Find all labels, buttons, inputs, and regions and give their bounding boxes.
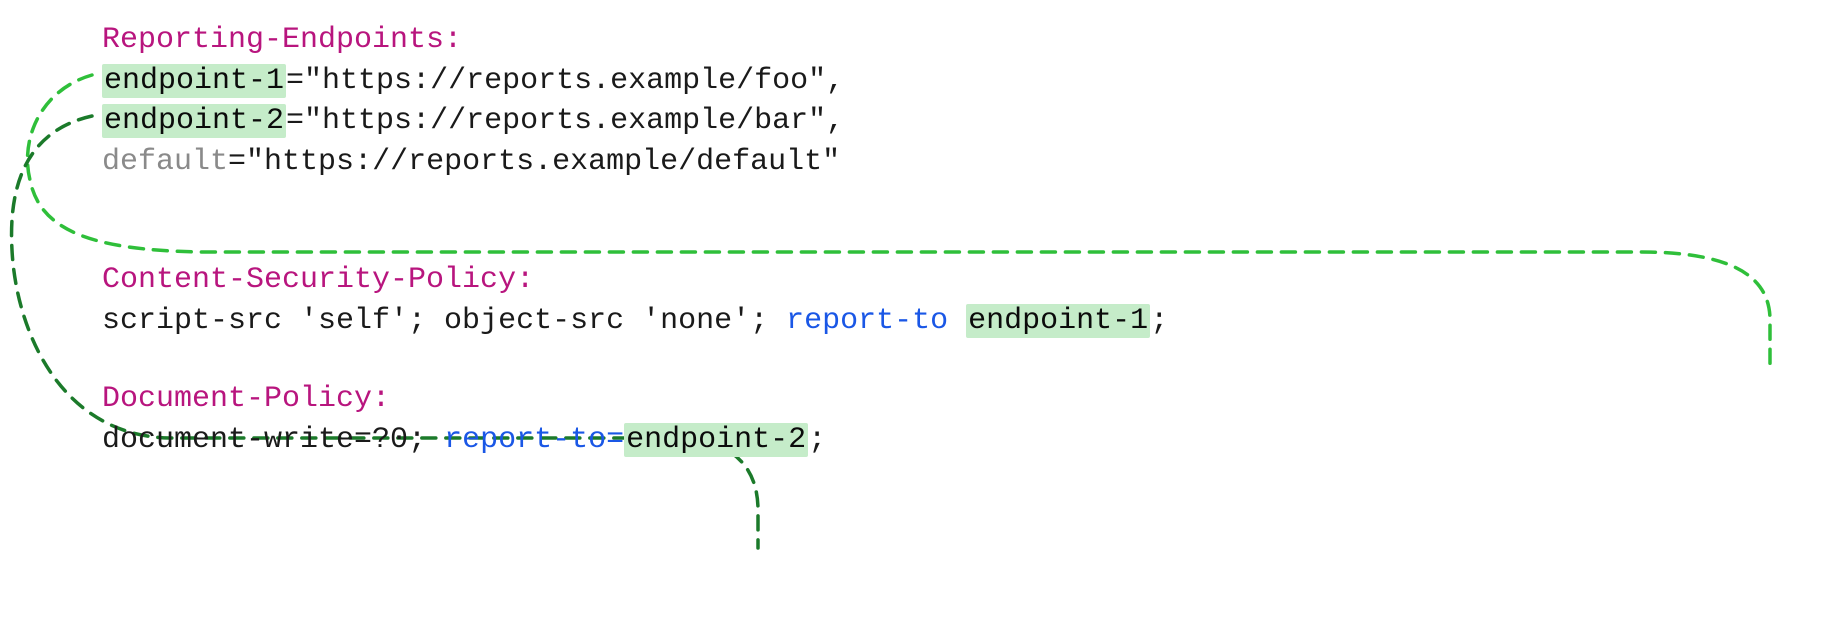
code-block: Reporting-Endpoints: endpoint-1="https:/… (0, 20, 1844, 460)
endpoint-1-url: "https://reports.example/foo" (304, 64, 826, 98)
csp-prefix: script-src 'self'; object-src 'none'; (102, 304, 786, 338)
csp-header-name: Content-Security-Policy: (102, 263, 534, 297)
document-policy-header: Document-Policy: (102, 379, 1844, 420)
endpoint-2-line: endpoint-2="https://reports.example/bar"… (102, 101, 1844, 142)
endpoint-2-url: "https://reports.example/bar" (304, 104, 826, 138)
docpolicy-report-to-directive: report-to= (444, 423, 624, 457)
header-name-text: Reporting-Endpoints: (102, 23, 462, 57)
document-policy-header-name: Document-Policy: (102, 382, 390, 416)
docpolicy-endpoint-target: endpoint-2 (624, 423, 808, 457)
csp-header: Content-Security-Policy: (102, 260, 1844, 301)
reporting-endpoints-header: Reporting-Endpoints: (102, 20, 1844, 61)
default-endpoint-key: default (102, 145, 228, 179)
document-policy-value-line: document-write=?0; report-to=endpoint-2; (102, 420, 1844, 461)
docpolicy-prefix: document-write=?0; (102, 423, 444, 457)
endpoint-2-key: endpoint-2 (102, 104, 286, 138)
csp-endpoint-target: endpoint-1 (966, 304, 1150, 338)
csp-report-to-directive: report-to (786, 304, 966, 338)
default-endpoint-url: "https://reports.example/default" (246, 145, 840, 179)
endpoint-1-key: endpoint-1 (102, 64, 286, 98)
default-endpoint-line: default="https://reports.example/default… (102, 142, 1844, 183)
csp-value-line: script-src 'self'; object-src 'none'; re… (102, 301, 1844, 342)
endpoint-1-line: endpoint-1="https://reports.example/foo"… (102, 61, 1844, 102)
